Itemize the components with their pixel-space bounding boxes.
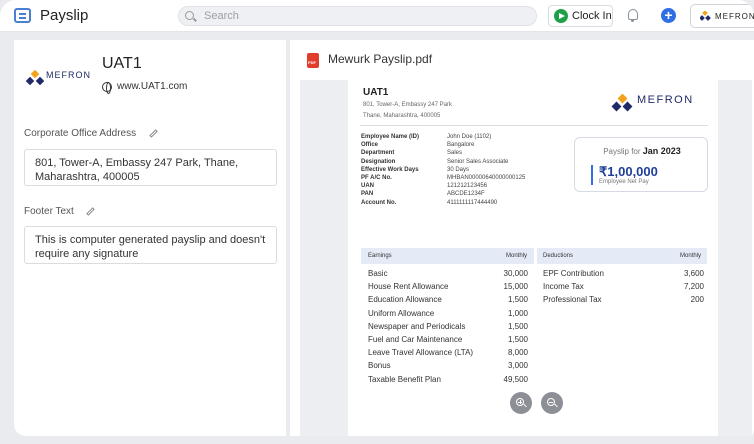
earnings-item-name: House Rent Allowance xyxy=(368,282,449,292)
address-label: Corporate Office Address xyxy=(24,128,137,139)
app-window: Payslip Search Clock In + MEFRON MEFRON … xyxy=(0,0,754,444)
top-bar: Payslip Search Clock In + MEFRON xyxy=(0,0,754,32)
earnings-item-amount: 1,500 xyxy=(507,321,528,331)
earnings-item-amount: 8,000 xyxy=(507,348,528,358)
detail-value: MHBAN00000640000000125 xyxy=(447,175,526,181)
edit-address-icon[interactable] xyxy=(149,129,158,138)
detail-value: John Doe (1102) xyxy=(447,134,492,140)
earnings-item-amount: 1,500 xyxy=(507,335,528,344)
detail-label: UAN xyxy=(361,183,374,190)
search-placeholder: Search xyxy=(204,10,239,22)
earnings-item-name: Bonus xyxy=(368,361,391,371)
detail-value: Sales xyxy=(447,150,463,157)
footer-text-field[interactable]: This is computer generated payslip and d… xyxy=(24,226,277,264)
divider xyxy=(360,125,708,126)
org-switcher[interactable]: MEFRON xyxy=(690,4,754,28)
detail-label: Designation xyxy=(361,158,396,165)
payslip-logo xyxy=(611,94,633,112)
detail-value: 121212123456 xyxy=(447,183,488,190)
address-field[interactable]: 801, Tower-A, Embassy 247 Park, Thane, M… xyxy=(24,149,277,186)
org-settings-panel: MEFRON UAT1 www.UAT1.com Corporate Offic… xyxy=(14,40,286,436)
detail-label: PF A/C No. xyxy=(361,175,392,181)
earnings-item-name: Uniform Allowance xyxy=(368,308,435,318)
pdf-file-name: Mewurk Payslip.pdf xyxy=(328,52,433,66)
add-icon[interactable]: + xyxy=(661,8,676,23)
earnings-item-amount: 30,000 xyxy=(503,269,528,278)
deductions-item-name: Professional Tax xyxy=(543,295,602,305)
detail-value: ABCDE1234F xyxy=(447,191,485,198)
detail-value: 30 Days xyxy=(447,166,470,173)
org-website: www.UAT1.com xyxy=(117,81,188,92)
detail-label: Office xyxy=(361,142,379,149)
net-pay-card: Payslip for Jan 2023 ₹1,00,000 Employee … xyxy=(574,137,708,192)
earnings-item-name: Taxable Benefit Plan xyxy=(368,374,441,384)
org-logo xyxy=(26,70,44,86)
earnings-item-amount: 15,000 xyxy=(503,282,528,292)
detail-label: Employee Name (ID) xyxy=(361,134,420,140)
earnings-item-name: Basic xyxy=(368,269,388,278)
deductions-item-amount: 7,200 xyxy=(683,282,704,292)
earnings-title: Earnings xyxy=(368,253,392,259)
earnings-item-amount: 1,000 xyxy=(507,308,528,318)
bell-icon[interactable] xyxy=(628,9,638,22)
earnings-item-name: Education Allowance xyxy=(368,295,442,305)
payslip-icon xyxy=(14,8,31,23)
deductions-title: Deductions xyxy=(543,253,574,259)
detail-value: Bangalore xyxy=(447,142,475,149)
earnings-header: Earnings Monthly xyxy=(361,248,534,264)
payslip-company: UAT1 xyxy=(363,87,389,98)
payslip-period: Payslip for Jan 2023 xyxy=(575,146,709,156)
zoom-in-button[interactable] xyxy=(510,392,532,414)
payslip-for-label: Payslip for xyxy=(603,147,641,156)
pdf-preview-panel: Mewurk Payslip.pdf UAT1 801, Tower-A, Em… xyxy=(290,40,754,436)
detail-label: Account No. xyxy=(361,199,397,206)
detail-value: Senior Sales Associate xyxy=(447,158,509,165)
detail-label: PAN xyxy=(361,191,374,198)
org-chip-label: MEFRON xyxy=(715,12,754,21)
org-name: UAT1 xyxy=(102,55,142,72)
globe-icon xyxy=(102,82,112,94)
footer-label: Footer Text xyxy=(24,206,74,217)
earnings-item-name: Fuel and Car Maintenance xyxy=(368,335,463,344)
payslip-address-line2: Thane, Maharashtra, 400005 xyxy=(363,113,441,119)
pdf-file-icon xyxy=(307,53,319,68)
net-pay-amount: ₹1,00,000 xyxy=(599,164,658,179)
earnings-item-amount: 1,500 xyxy=(507,295,528,305)
search-input[interactable]: Search xyxy=(178,6,537,26)
payslip-address-line1: 801, Tower-A, Embassy 247 Park xyxy=(363,102,452,108)
deductions-header: Deductions Monthly xyxy=(537,248,707,264)
accent-bar xyxy=(591,165,593,185)
earnings-item-amount: 49,500 xyxy=(503,374,528,384)
detail-label: Department xyxy=(361,150,395,157)
play-icon xyxy=(554,9,568,23)
earnings-item-amount: 3,000 xyxy=(507,361,528,371)
deductions-item-amount: 3,600 xyxy=(683,269,704,278)
zoom-out-button[interactable] xyxy=(541,392,563,414)
app-title: Payslip xyxy=(40,7,89,24)
edit-footer-icon[interactable] xyxy=(86,207,95,216)
net-pay-label: Employee Net Pay xyxy=(599,179,649,185)
earnings-monthly-title: Monthly xyxy=(505,253,527,259)
deductions-item-name: EPF Contribution xyxy=(543,269,604,278)
earnings-item-name: Leave Travel Allowance (LTA) xyxy=(368,348,474,358)
pdf-viewer[interactable]: UAT1 801, Tower-A, Embassy 247 Park Than… xyxy=(300,80,752,436)
detail-value: 4111111117444490 xyxy=(447,199,498,206)
deductions-item-amount: 200 xyxy=(690,295,704,305)
earnings-item-name: Newspaper and Periodicals xyxy=(368,321,466,331)
deductions-item-name: Income Tax xyxy=(543,282,584,292)
search-icon xyxy=(185,11,194,20)
detail-label: Effective Work Days xyxy=(361,166,419,173)
payslip-logo-text: MEFRON xyxy=(637,94,694,106)
payslip-month: Jan 2023 xyxy=(642,146,681,156)
mefron-logo-icon xyxy=(700,11,711,21)
payslip-page: UAT1 801, Tower-A, Embassy 247 Park Than… xyxy=(348,80,718,436)
clock-in-label: Clock In xyxy=(572,10,612,22)
org-logo-text: MEFRON xyxy=(46,70,91,80)
clock-in-button[interactable]: Clock In xyxy=(548,5,613,27)
deductions-monthly-title: Monthly xyxy=(679,253,701,259)
